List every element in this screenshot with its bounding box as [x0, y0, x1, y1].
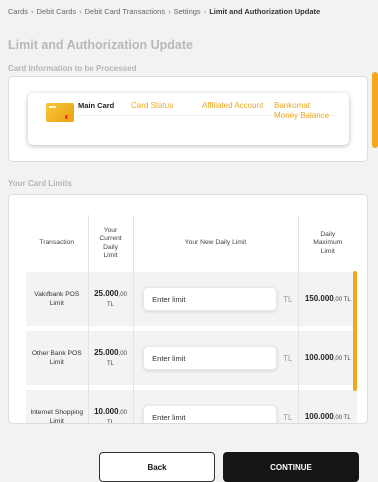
new-limit-cell: TL — [133, 331, 299, 385]
max-limit-decimals: ,00 TL — [333, 414, 351, 421]
column-header-transaction: Transaction — [26, 215, 89, 272]
page-scroll-indicator[interactable] — [372, 72, 378, 148]
table-scrollbar[interactable] — [353, 271, 357, 391]
table-row: Other Bank POS Limit 25.000,00 TL TL 100.… — [26, 331, 357, 385]
breadcrumb-link-debit-card-transactions[interactable]: Debit Card Transactions — [85, 7, 165, 16]
current-limit: 25.000,00 TL — [88, 272, 134, 326]
new-limit-input[interactable] — [143, 346, 278, 370]
current-limit-currency: TL — [106, 360, 114, 367]
debit-card-icon — [46, 103, 74, 122]
column-header-current-limit-text: Your Current Daily Limit — [99, 226, 122, 260]
current-limit-decimals: ,00 — [118, 291, 127, 298]
currency-label: TL — [283, 353, 293, 363]
breadcrumb: Cards › Debit Cards › Debit Card Transaction… — [8, 7, 320, 16]
column-header-max-limit: Daily Maximum Limit — [298, 215, 357, 272]
breadcrumb-link-settings[interactable]: Settings — [174, 7, 201, 16]
transaction-name: Vakıfbank POS Limit — [26, 272, 89, 326]
card-info-section-label: Card Information to be Processed — [8, 64, 137, 73]
breadcrumb-separator: › — [79, 7, 82, 16]
column-header-current-limit: Your Current Daily Limit — [88, 215, 134, 272]
table-row: Internet Shopping Limit 10.000,00 TL TL 1… — [26, 390, 357, 424]
current-limit-amount: 25.000 — [94, 288, 119, 298]
new-limit-input[interactable] — [143, 405, 278, 423]
breadcrumb-separator: › — [168, 7, 171, 16]
card-info-panel: Main Card Card Status Affiliated Account… — [8, 76, 368, 162]
new-limit-input[interactable] — [143, 287, 278, 311]
card-status-header: Card Status — [131, 101, 174, 110]
new-limit-cell: TL — [133, 390, 299, 423]
page-title: Limit and Authorization Update — [8, 38, 193, 52]
current-limit-amount: 25.000 — [94, 347, 119, 357]
max-limit: 100.000,00 TL — [298, 331, 357, 385]
current-limit-decimals: ,00 — [118, 409, 127, 416]
card-limits-panel: Transaction Your Current Daily Limit You… — [8, 194, 368, 424]
column-header-new-limit: Your New Daily Limit — [133, 215, 299, 272]
max-limit: 150.000,00 TL — [298, 272, 357, 326]
breadcrumb-link-debit-cards[interactable]: Debit Cards — [37, 7, 77, 16]
breadcrumb-separator: › — [203, 7, 207, 16]
card-limits-section-label: Your Card Limits — [8, 179, 72, 188]
breadcrumb-separator: › — [31, 7, 34, 16]
current-limit-amount: 10.000 — [94, 406, 119, 416]
max-limit-amount: 100.000 — [304, 352, 334, 362]
max-limit-amount: 100.000 — [304, 411, 334, 421]
transaction-name: Other Bank POS Limit — [26, 331, 89, 385]
new-limit-cell: TL — [133, 272, 299, 326]
current-limit: 10.000,00 TL — [88, 390, 134, 424]
limits-table: Transaction Your Current Daily Limit You… — [26, 215, 357, 424]
table-row: Vakıfbank POS Limit 25.000,00 TL TL 150.0… — [26, 272, 357, 326]
column-header-max-limit-text: Daily Maximum Limit — [313, 230, 343, 255]
current-limit-currency: TL — [106, 419, 114, 424]
max-limit-decimals: ,00 TL — [333, 355, 351, 362]
currency-label: TL — [283, 412, 293, 422]
currency-label: TL — [283, 294, 293, 304]
breadcrumb-link-cards[interactable]: Cards — [8, 7, 28, 16]
max-limit-amount: 150.000 — [304, 293, 334, 303]
breadcrumb-current: Limit and Authorization Update — [209, 7, 321, 16]
affiliated-account-header: Affiliated Account — [202, 101, 264, 110]
card-name: Main Card — [78, 101, 115, 110]
bankomat-money-balance-header: Bankomat Money Balance — [274, 101, 330, 120]
current-limit-decimals: ,00 — [118, 350, 127, 357]
current-limit-currency: TL — [106, 301, 114, 308]
current-limit: 25.000,00 TL — [88, 331, 134, 385]
max-limit: 100.000,00 TL — [298, 390, 357, 423]
transaction-name: Internet Shopping Limit — [26, 390, 89, 423]
max-limit-decimals: ,00 TL — [333, 296, 351, 303]
card-summary[interactable]: Main Card Card Status Affiliated Account… — [28, 93, 349, 145]
